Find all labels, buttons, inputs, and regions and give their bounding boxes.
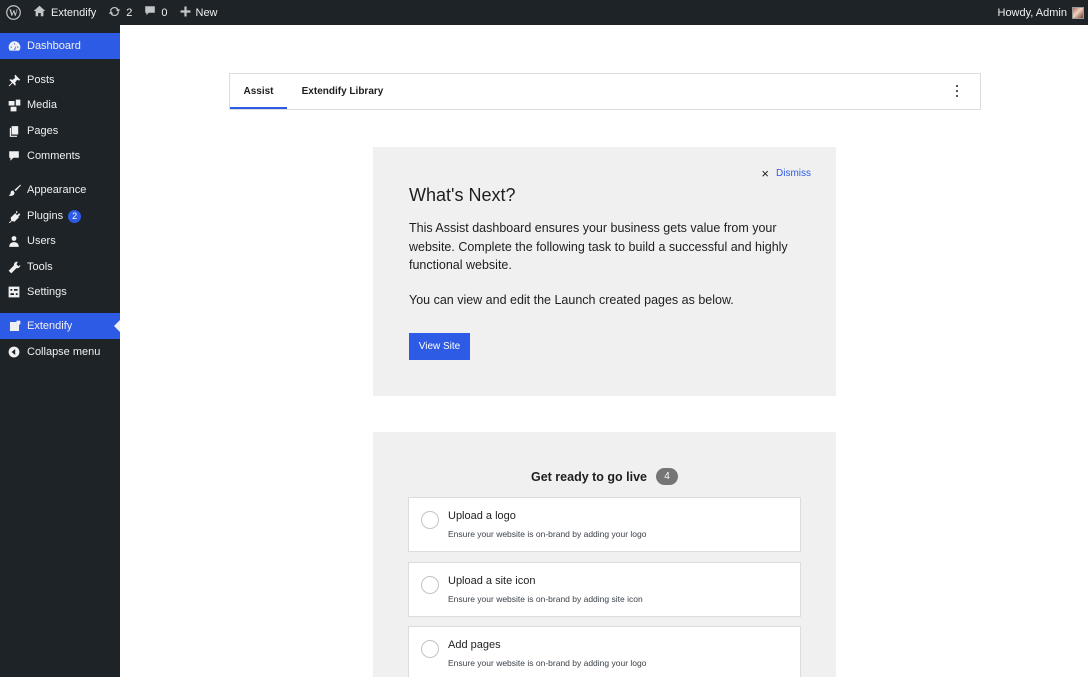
comments-link[interactable]: 0 xyxy=(138,0,173,25)
more-options-icon[interactable] xyxy=(951,83,963,99)
sidebar-item-extendify[interactable]: Extendify xyxy=(0,313,120,339)
task-description: Ensure your website is on-brand by addin… xyxy=(448,594,643,604)
avatar xyxy=(1072,6,1084,19)
sidebar-item-label: Collapse menu xyxy=(27,346,101,358)
sidebar-item-label: Tools xyxy=(27,261,53,273)
task-title: Upload a logo xyxy=(448,510,516,522)
updates-icon xyxy=(108,5,121,21)
task-checkbox[interactable] xyxy=(421,576,439,594)
user-icon xyxy=(7,234,21,248)
task-checkbox[interactable] xyxy=(421,640,439,658)
task-add-pages[interactable]: Add pages Ensure your website is on-bran… xyxy=(408,626,801,677)
sidebar-item-pages[interactable]: Pages xyxy=(0,118,120,144)
dismiss-label: Dismiss xyxy=(776,168,811,179)
updates-count: 2 xyxy=(126,6,133,19)
sidebar-item-label: Pages xyxy=(27,125,59,137)
sidebar-item-label: Posts xyxy=(27,74,55,86)
comment-icon xyxy=(7,149,21,163)
tab-assist[interactable]: Assist xyxy=(230,74,287,109)
wordpress-logo-icon[interactable]: W xyxy=(0,0,27,25)
wrench-icon xyxy=(7,260,21,274)
pin-icon xyxy=(7,73,21,87)
sidebar-item-label: Plugins xyxy=(27,210,64,222)
go-live-title: Get ready to go live xyxy=(530,469,647,484)
sidebar-item-media[interactable]: Media xyxy=(0,92,120,118)
site-name: Extendify xyxy=(51,6,97,19)
home-icon xyxy=(33,5,46,20)
sidebar-item-comments[interactable]: Comments xyxy=(0,143,120,169)
sidebar-item-tools[interactable]: Tools xyxy=(0,254,120,280)
sidebar-item-label: Appearance xyxy=(27,184,87,196)
sidebar-item-label: Users xyxy=(27,235,56,247)
plus-icon xyxy=(180,6,191,20)
settings-icon xyxy=(7,285,21,299)
media-icon xyxy=(7,98,21,112)
sidebar-item-posts[interactable]: Posts xyxy=(0,67,120,93)
sidebar-item-label: Dashboard xyxy=(27,40,81,52)
comments-count: 0 xyxy=(161,6,168,19)
whats-next-card: × Dismiss What's Next? This Assist dashb… xyxy=(373,147,836,396)
task-title: Upload a site icon xyxy=(448,575,536,587)
comment-icon xyxy=(144,5,156,20)
sidebar-item-settings[interactable]: Settings xyxy=(0,279,120,305)
sidebar-item-label: Comments xyxy=(27,150,81,162)
tab-extendify-library[interactable]: Extendify Library xyxy=(297,74,388,109)
admin-sidebar: Dashboard Posts Media Pages Comments App… xyxy=(0,25,120,677)
assist-tabs: Assist Extendify Library xyxy=(229,73,981,110)
whats-next-subtext: You can view and edit the Launch created… xyxy=(409,293,734,307)
admin-bar: W Extendify 2 0 New Howdy, Admin xyxy=(0,0,1088,25)
new-content-link[interactable]: New xyxy=(174,0,224,25)
sidebar-item-label: Media xyxy=(27,99,57,111)
sidebar-item-plugins[interactable]: Plugins 2 xyxy=(0,203,120,229)
sidebar-item-label: Extendify xyxy=(27,320,73,332)
whats-next-description: This Assist dashboard ensures your busin… xyxy=(409,221,788,272)
new-label: New xyxy=(195,6,218,19)
dismiss-button[interactable]: × Dismiss xyxy=(761,165,811,181)
sidebar-item-collapse-menu[interactable]: Collapse menu xyxy=(0,339,120,365)
go-live-header: Get ready to go live 4 xyxy=(373,468,836,485)
whats-next-title: What's Next? xyxy=(409,185,516,205)
brush-icon xyxy=(7,183,21,197)
task-description: Ensure your website is on-brand by addin… xyxy=(448,529,647,539)
go-live-card: Get ready to go live 4 Upload a logo Ens… xyxy=(373,432,836,677)
close-icon: × xyxy=(761,165,769,181)
my-account-link[interactable]: Howdy, Admin xyxy=(992,0,1088,25)
task-description: Ensure your website is on-brand by addin… xyxy=(448,658,647,668)
updates-link[interactable]: 2 xyxy=(102,0,138,25)
pages-icon xyxy=(7,124,21,138)
task-title: Add pages xyxy=(448,639,501,651)
view-site-button[interactable]: View Site xyxy=(409,333,470,360)
task-upload-site-icon[interactable]: Upload a site icon Ensure your website i… xyxy=(408,562,801,617)
plugin-icon xyxy=(7,209,21,223)
plugins-update-badge: 2 xyxy=(68,209,82,223)
task-upload-logo[interactable]: Upload a logo Ensure your website is on-… xyxy=(408,497,801,552)
extendify-icon xyxy=(7,319,21,333)
svg-text:W: W xyxy=(9,8,18,18)
tasks-count-badge: 4 xyxy=(656,468,678,485)
sidebar-item-appearance[interactable]: Appearance xyxy=(0,177,120,203)
howdy-text: Howdy, Admin xyxy=(997,6,1068,19)
task-checkbox[interactable] xyxy=(421,511,439,529)
dashboard-icon xyxy=(7,39,21,53)
sidebar-item-users[interactable]: Users xyxy=(0,228,120,254)
collapse-icon xyxy=(7,345,21,359)
sidebar-item-dashboard[interactable]: Dashboard xyxy=(0,33,120,59)
site-name-link[interactable]: Extendify xyxy=(27,0,102,25)
sidebar-item-label: Settings xyxy=(27,286,67,298)
